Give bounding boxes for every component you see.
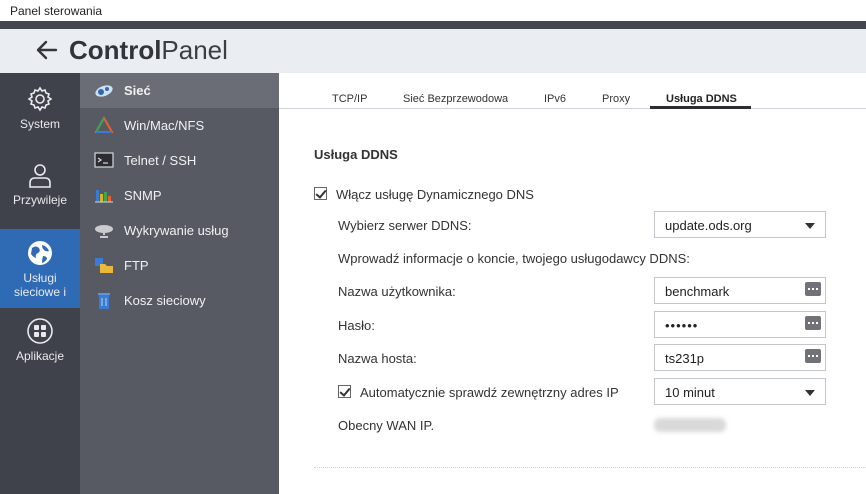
wan-ip-value-redacted <box>654 418 726 432</box>
rail-label-network-services: Usługi sieciowe i <box>13 271 67 299</box>
submenu-item-network[interactable]: Sieć <box>80 73 279 108</box>
satellite-dish-icon <box>95 225 113 238</box>
submenu-item-ftp[interactable]: FTP <box>80 248 279 283</box>
tab-bar: TCP/IP Sieć Bezprzewodowa IPv6 Proxy Usł… <box>279 73 866 109</box>
keyboard-icon[interactable] <box>805 282 821 296</box>
hostname-value: ts231p <box>665 351 705 366</box>
submenu-item-snmp[interactable]: SNMP <box>80 178 279 213</box>
tab-ipv6[interactable]: IPv6 <box>544 93 566 105</box>
sub-menu: Sieć Win/Mac/NFS Telnet / SSH SNMP Wykry… <box>80 73 279 494</box>
check-interval-select[interactable]: 10 minut <box>654 378 826 405</box>
wan-ip-label: Obecny WAN IP. <box>338 418 435 433</box>
hostname-field[interactable]: ts231p <box>654 344 826 371</box>
gear-icon <box>27 86 53 112</box>
account-info-text: Wprowadź informacje o koncie, twojego us… <box>338 251 690 266</box>
rail-item-system[interactable]: System <box>0 85 80 131</box>
globe-icon <box>28 241 52 265</box>
ftp-folder-icon <box>95 258 113 273</box>
submenu-item-telnet-ssh[interactable]: Telnet / SSH <box>80 143 279 178</box>
submenu-label-network: Sieć <box>124 83 151 98</box>
keyboard-icon[interactable] <box>805 349 821 363</box>
submenu-label-network-recycle-bin: Kosz sieciowy <box>124 293 206 308</box>
submenu-item-network-recycle-bin[interactable]: Kosz sieciowy <box>80 283 279 318</box>
submenu-label-service-discovery: Wykrywanie usług <box>124 223 229 238</box>
auto-check-ip-label: Automatycznie sprawdź zewnętrzny adres I… <box>360 385 619 400</box>
submenu-label-win-mac-nfs: Win/Mac/NFS <box>124 118 205 133</box>
main-panel: TCP/IP Sieć Bezprzewodowa IPv6 Proxy Usł… <box>279 73 866 494</box>
title-divider <box>0 21 866 29</box>
submenu-item-service-discovery[interactable]: Wykrywanie usług <box>80 213 279 248</box>
terminal-icon <box>94 152 114 168</box>
recycle-bin-icon <box>98 293 110 309</box>
submenu-label-telnet-ssh: Telnet / SSH <box>124 153 197 168</box>
snmp-chart-icon <box>95 190 113 203</box>
password-label: Hasło: <box>338 318 375 333</box>
ddns-server-label: Wybierz serwer DDNS: <box>338 218 472 233</box>
win-mac-nfs-icon <box>94 116 114 133</box>
brand-bold: Control <box>69 35 162 65</box>
active-tab-indicator <box>650 106 751 109</box>
tab-tcp-ip[interactable]: TCP/IP <box>332 93 367 105</box>
section-divider <box>314 467 866 468</box>
enable-ddns-checkbox[interactable] <box>314 187 327 200</box>
ddns-server-select[interactable]: update.ods.org <box>654 211 826 238</box>
rail-item-applications[interactable]: Aplikacje <box>0 317 80 363</box>
enable-ddns-label: Włącz usługę Dynamicznego DNS <box>336 187 534 202</box>
tab-proxy[interactable]: Proxy <box>602 93 630 105</box>
tab-ddns[interactable]: Usługa DDNS <box>666 93 737 105</box>
back-arrow-icon[interactable] <box>34 37 60 63</box>
keyboard-icon[interactable] <box>805 316 821 330</box>
rail-label-applications: Aplikacje <box>15 349 65 363</box>
ddns-server-value: update.ods.org <box>665 218 752 233</box>
submenu-label-ftp: FTP <box>124 258 149 273</box>
tab-wireless[interactable]: Sieć Bezprzewodowa <box>403 93 508 105</box>
password-field[interactable]: •••••• <box>654 311 826 338</box>
window-title: Panel sterowania <box>10 4 103 18</box>
network-icon <box>95 85 113 97</box>
submenu-label-snmp: SNMP <box>124 188 162 203</box>
brand-thin: Panel <box>161 35 228 65</box>
apps-icon <box>27 318 53 344</box>
user-icon <box>29 164 51 188</box>
username-label: Nazwa użytkownika: <box>338 284 456 299</box>
rail-label-privileges: Przywileje <box>12 193 67 207</box>
password-value: •••••• <box>665 318 699 333</box>
rail-label-system: System <box>19 117 60 131</box>
app-header: ControlPanel <box>0 29 866 73</box>
section-title: Usługa DDNS <box>314 147 398 162</box>
check-interval-value: 10 minut <box>665 385 715 400</box>
hostname-label: Nazwa hosta: <box>338 351 417 366</box>
chevron-down-icon <box>805 223 815 229</box>
window-titlebar: Panel sterowania <box>0 0 866 21</box>
auto-check-ip-checkbox[interactable] <box>338 385 351 398</box>
rail-item-privileges[interactable]: Przywileje <box>0 161 80 207</box>
app-brand: ControlPanel <box>69 35 228 66</box>
username-value: benchmark <box>665 284 730 299</box>
left-rail: System Przywileje Usługi sieciowe i Apli… <box>0 73 80 494</box>
rail-item-network-services[interactable]: Usługi sieciowe i <box>0 229 80 308</box>
chevron-down-icon <box>805 390 815 396</box>
submenu-item-win-mac-nfs[interactable]: Win/Mac/NFS <box>80 108 279 143</box>
username-field[interactable]: benchmark <box>654 277 826 304</box>
